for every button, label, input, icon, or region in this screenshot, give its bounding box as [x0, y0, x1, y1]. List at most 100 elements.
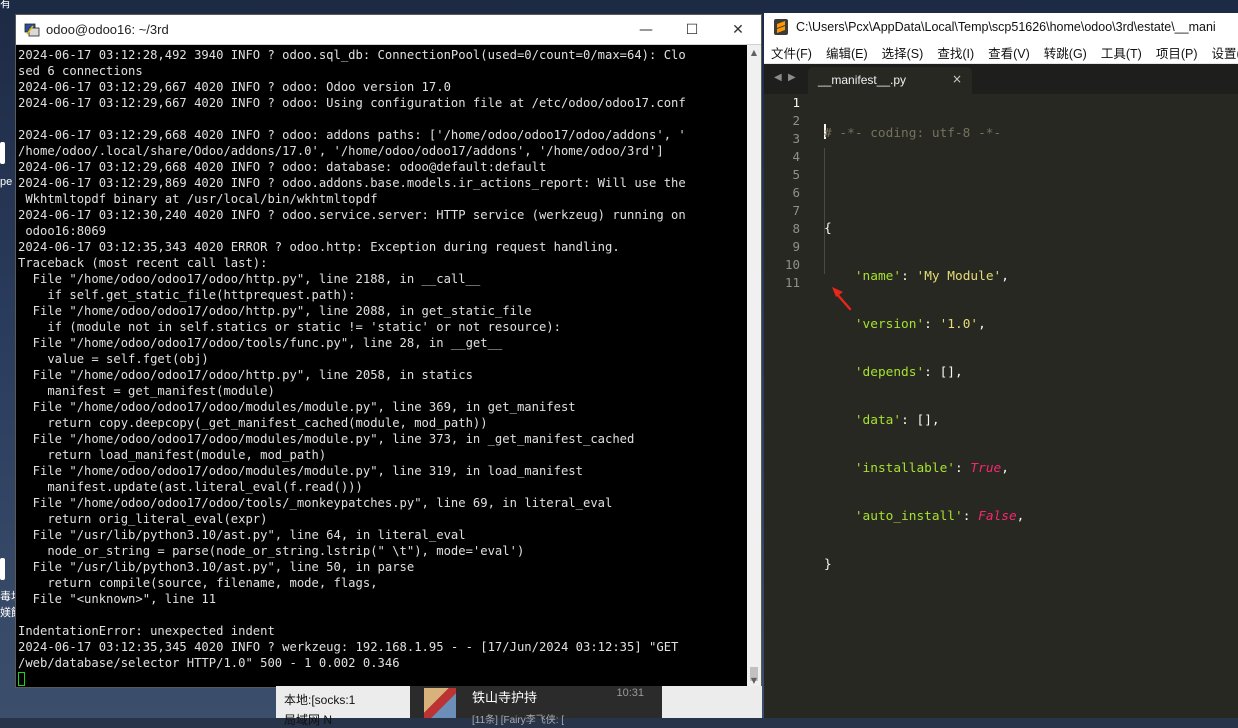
line-number: 7: [764, 202, 808, 220]
tab-nav-left-icon[interactable]: ◀: [774, 72, 782, 83]
chat-group-name: 铁山寺护持: [472, 687, 537, 706]
menu-selection[interactable]: 选择(S): [875, 43, 931, 62]
terminal-line: value = self.fget(obj): [18, 351, 747, 367]
editor-title: C:\Users\Pcx\AppData\Local\Temp\scp51626…: [796, 20, 1216, 34]
maximize-button[interactable]: ☐: [669, 15, 715, 45]
terminal-line: 2024-06-17 03:12:35,343 4020 ERROR ? odo…: [18, 239, 747, 255]
tab-nav-right-icon[interactable]: ▶: [788, 72, 796, 83]
proxy-status-text: 本地:[socks:1: [284, 691, 355, 708]
line-number: 3: [764, 130, 808, 148]
chat-notification[interactable]: 铁山寺护持 10:31 [11条] [Fairy李飞侠: [: [410, 686, 662, 718]
terminal-line: /home/odoo/.local/share/Odoo/addons/17.0…: [18, 143, 747, 159]
menu-file[interactable]: 文件(F): [764, 43, 819, 62]
scroll-up-arrow-icon[interactable]: ▲: [747, 45, 761, 59]
sublime-icon: [774, 19, 788, 35]
terminal-scrollbar[interactable]: ▲ ▼: [747, 45, 761, 687]
line-number: 2: [764, 112, 808, 130]
line-number: 4: [764, 148, 808, 166]
editor-titlebar[interactable]: C:\Users\Pcx\AppData\Local\Temp\scp51626…: [764, 13, 1238, 41]
terminal-line: File "/home/odoo/odoo17/odoo/http.py", l…: [18, 303, 747, 319]
putty-icon: [24, 22, 40, 38]
menu-tools[interactable]: 工具(T): [1094, 43, 1149, 62]
dict-key: 'depends': [855, 365, 924, 380]
tab-close-icon[interactable]: ×: [952, 72, 962, 86]
terminal-line: manifest = get_manifest(module): [18, 383, 747, 399]
terminal-line: 2024-06-17 03:12:29,667 4020 INFO ? odoo…: [18, 95, 747, 111]
terminal-line: if self.get_static_file(httprequest.path…: [18, 287, 747, 303]
terminal-line: /web/database/selector HTTP/1.0" 500 - 1…: [18, 655, 747, 671]
desktop-label-fragment: 有: [0, 0, 11, 11]
terminal-line: if (module not in self.statics or static…: [18, 319, 747, 335]
terminal-line: File "/usr/lib/python3.10/ast.py", line …: [18, 559, 747, 575]
desktop-shortcut-icon[interactable]: [0, 142, 5, 164]
chat-last-message: [11条] [Fairy李飞侠: [: [472, 711, 564, 726]
terminal-line: return orig_literal_eval(expr): [18, 511, 747, 527]
comma: ,: [955, 365, 963, 380]
proxy-status-panel[interactable]: 本地:[socks:1 局域网 N: [276, 686, 410, 718]
terminal-line: [18, 607, 747, 623]
chat-time: 10:31: [616, 687, 644, 699]
comma: ,: [932, 413, 940, 428]
comma: ,: [1017, 509, 1025, 524]
scroll-down-arrow-icon[interactable]: ▼: [747, 673, 761, 687]
taskbar-blank: [662, 686, 762, 718]
menu-find[interactable]: 查找(I): [930, 43, 981, 62]
close-brace: }: [824, 557, 832, 572]
menu-project[interactable]: 项目(P): [1149, 43, 1205, 62]
comma: ,: [978, 317, 986, 332]
code-line-10: }: [824, 556, 1024, 574]
colon: :: [924, 317, 939, 332]
comma: ,: [1001, 461, 1009, 476]
dict-value: '1.0': [940, 317, 979, 332]
terminal-window[interactable]: odoo@odoo16: ~/3rd — ☐ ✕ 2024-06-17 03:1…: [15, 14, 762, 688]
code-line-8: 'installable': True,: [824, 460, 1024, 478]
tab-manifest[interactable]: __manifest__.py ×: [808, 67, 972, 94]
desktop-label-fragment: pe: [0, 176, 12, 189]
terminal-line: File "/home/odoo/odoo17/odoo/modules/mod…: [18, 399, 747, 415]
line-number: 9: [764, 238, 808, 256]
menu-edit[interactable]: 编辑(E): [819, 43, 875, 62]
terminal-line: File "/home/odoo/odoo17/odoo/modules/mod…: [18, 463, 747, 479]
colon: :: [924, 365, 939, 380]
terminal-output[interactable]: 2024-06-17 03:12:28,492 3940 INFO ? odoo…: [16, 45, 747, 687]
terminal-line: File "/home/odoo/odoo17/odoo/http.py", l…: [18, 367, 747, 383]
code-content[interactable]: # -*- coding: utf-8 -*- { 'name': 'My Mo…: [824, 94, 1024, 652]
open-brace: {: [824, 221, 832, 236]
colon: :: [955, 461, 970, 476]
line-number: 1: [764, 94, 808, 112]
code-area[interactable]: 1234567891011 # -*- coding: utf-8 -*- { …: [764, 93, 1238, 718]
editor-window[interactable]: C:\Users\Pcx\AppData\Local\Temp\scp51626…: [764, 13, 1238, 718]
menu-view[interactable]: 查看(V): [981, 43, 1037, 62]
dict-key: 'name': [855, 269, 901, 284]
dict-key: 'installable': [855, 461, 955, 476]
terminal-titlebar[interactable]: odoo@odoo16: ~/3rd — ☐ ✕: [16, 15, 761, 45]
line-number: 6: [764, 184, 808, 202]
network-status-text: 局域网 N: [284, 711, 332, 728]
terminal-line: File "/home/odoo/odoo17/odoo/tools/_monk…: [18, 495, 747, 511]
editor-tabbar: ◀ ▶ __manifest__.py ×: [764, 64, 1238, 94]
close-button[interactable]: ✕: [715, 15, 761, 45]
terminal-prompt-line[interactable]: [18, 671, 747, 687]
code-line-11: [824, 604, 1024, 622]
terminal-line: 2024-06-17 03:12:28,492 3940 INFO ? odoo…: [18, 47, 747, 63]
terminal-cursor: [18, 672, 25, 686]
code-line-9: 'auto_install': False,: [824, 508, 1024, 526]
editor-menubar: 文件(F) 编辑(E) 选择(S) 查找(I) 查看(V) 转跳(G) 工具(T…: [764, 41, 1238, 64]
dict-key: 'auto_install': [855, 509, 963, 524]
minimize-button[interactable]: —: [623, 15, 669, 45]
colon: :: [901, 413, 916, 428]
line-number: 10: [764, 256, 808, 274]
colon: :: [901, 269, 916, 284]
line-number: 8: [764, 220, 808, 238]
desktop-shortcut-icon[interactable]: [0, 558, 5, 580]
dict-key: 'data': [855, 413, 901, 428]
terminal-line: [18, 111, 747, 127]
terminal-line: 2024-06-17 03:12:29,668 4020 INFO ? odoo…: [18, 127, 747, 143]
terminal-line: 2024-06-17 03:12:35,345 4020 INFO ? werk…: [18, 639, 747, 655]
comma: ,: [1001, 269, 1009, 284]
dict-value: []: [940, 365, 955, 380]
menu-preferences[interactable]: 设置(N): [1205, 43, 1238, 62]
comment-text: # -*- coding: utf-8 -*-: [824, 126, 1001, 141]
menu-goto[interactable]: 转跳(G): [1037, 43, 1094, 62]
annotation-arrow-icon: [830, 285, 854, 311]
